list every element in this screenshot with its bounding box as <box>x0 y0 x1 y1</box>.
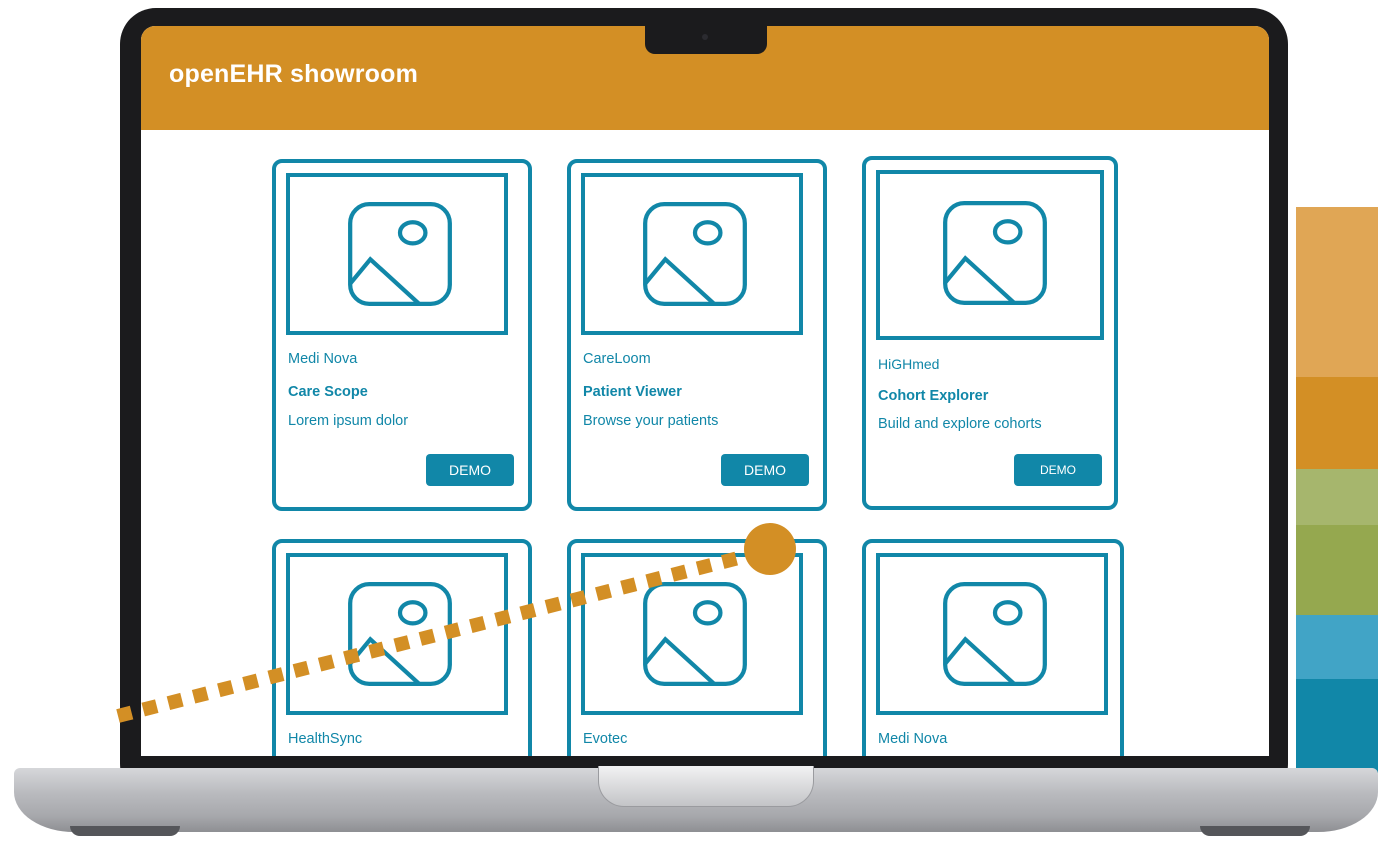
app-card[interactable]: Medi Nova Care Scope Lorem ipsum dolor D… <box>272 159 532 511</box>
image-placeholder-icon <box>348 582 452 686</box>
card-thumbnail <box>581 553 803 715</box>
image-placeholder-icon <box>643 582 747 686</box>
camera-notch <box>645 26 767 54</box>
decorative-color-stripes <box>1296 207 1378 773</box>
card-vendor: CareLoom <box>583 351 651 367</box>
card-description: Lorem ipsum dolor <box>288 413 409 429</box>
laptop-opening-notch <box>598 766 814 807</box>
app-card[interactable]: HealthSync <box>272 539 532 756</box>
card-thumbnail <box>286 173 508 335</box>
card-app-name: Patient Viewer <box>583 384 682 400</box>
app-card[interactable]: Evotec <box>567 539 827 756</box>
card-app-name: Cohort Explorer <box>878 388 989 404</box>
stripe-6 <box>1296 679 1378 773</box>
laptop-foot-right <box>1200 826 1310 836</box>
stripe-3 <box>1296 469 1378 525</box>
card-description: Browse your patients <box>583 413 719 429</box>
card-description: Build and explore cohorts <box>878 416 1042 432</box>
stripe-5 <box>1296 615 1378 679</box>
laptop-foot-left <box>70 826 180 836</box>
camera-icon <box>702 34 708 40</box>
card-app-name: Care Scope <box>288 384 368 400</box>
card-thumbnail <box>876 170 1104 340</box>
image-placeholder-icon <box>943 582 1047 686</box>
stripe-4 <box>1296 525 1378 615</box>
laptop-screen: openEHR showroom Medi Nova Care Scope Lo… <box>141 26 1269 756</box>
card-vendor: Medi Nova <box>288 351 358 367</box>
demo-button[interactable]: DEMO <box>426 454 514 486</box>
card-thumbnail <box>286 553 508 715</box>
card-thumbnail <box>581 173 803 335</box>
card-vendor: Medi Nova <box>878 731 948 747</box>
app-title: openEHR showroom <box>169 60 419 88</box>
demo-button[interactable]: DEMO <box>1014 454 1102 486</box>
stage: openEHR showroom Medi Nova Care Scope Lo… <box>0 0 1378 847</box>
demo-button[interactable]: DEMO <box>721 454 809 486</box>
app-card[interactable]: Medi Nova <box>862 539 1124 756</box>
stripe-1 <box>1296 207 1378 377</box>
app-card[interactable]: CareLoom Patient Viewer Browse your pati… <box>567 159 827 511</box>
stripe-2 <box>1296 377 1378 469</box>
card-vendor: HiGHmed <box>878 356 940 372</box>
image-placeholder-icon <box>943 201 1047 305</box>
app-card[interactable]: HiGHmed Cohort Explorer Build and explor… <box>862 156 1118 510</box>
card-vendor: Evotec <box>583 731 628 747</box>
card-thumbnail <box>876 553 1108 715</box>
image-placeholder-icon <box>643 202 747 306</box>
image-placeholder-icon <box>348 202 452 306</box>
card-vendor: HealthSync <box>288 731 363 747</box>
